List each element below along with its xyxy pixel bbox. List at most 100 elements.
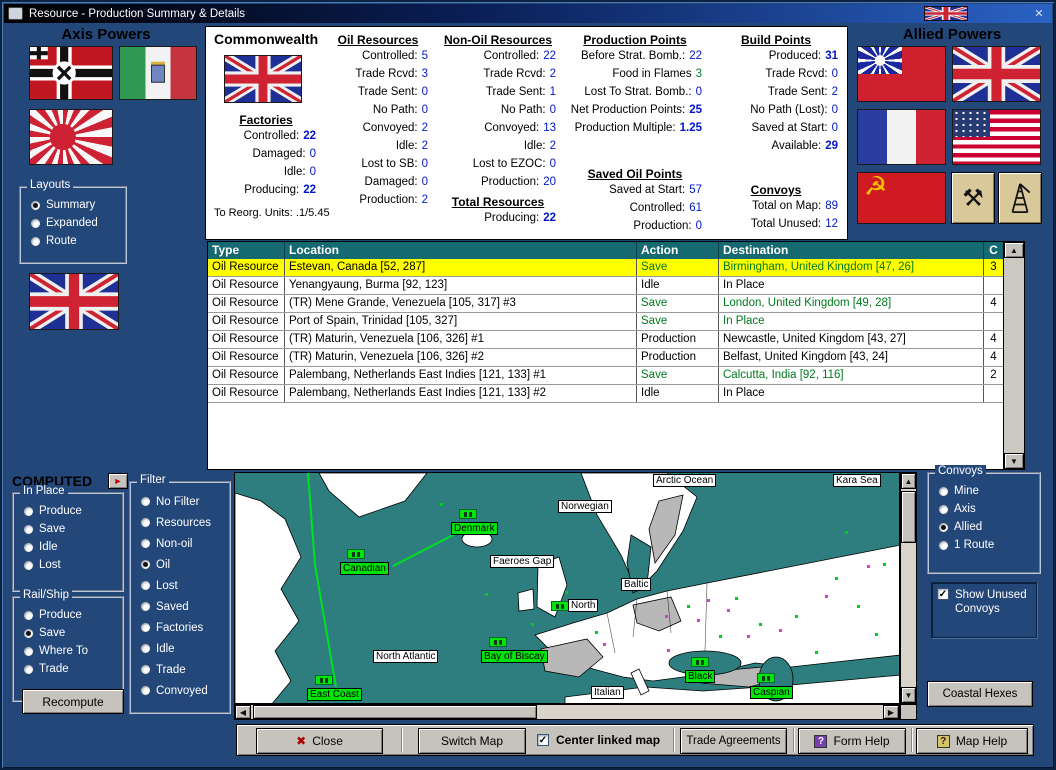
table-row[interactable]: Oil Resource Estevan, Canada [52, 287] Sav… [208,259,1024,277]
scroll-down-icon[interactable]: ▼ [1004,453,1024,469]
map-help-button[interactable]: ? Map Help [916,728,1028,754]
radio-resources[interactable]: Resources [133,512,227,533]
recompute-button[interactable]: Recompute [22,689,124,714]
switch-map-button[interactable]: Switch Map [418,728,526,754]
scroll-left-icon[interactable]: ◀ [235,705,251,719]
radio-expanded[interactable]: Expanded [23,214,123,232]
table-row[interactable]: Oil Resource (TR) Maturin, Venezuela [106… [208,331,1024,349]
map-canvas[interactable]: Denmark Canadian Bay of Biscay East Coast Bl… [234,472,900,704]
france-flag[interactable] [857,109,946,165]
radio-no-filter[interactable]: No Filter [133,491,227,512]
stat-row-trade-rcvd: Trade Rcvd: 2 [483,68,556,80]
radio-dot [938,485,949,497]
scrollbar-thumb[interactable] [901,491,916,543]
commonwealth-flag-left[interactable] [29,273,119,330]
show-unused-convoys[interactable]: ✓ Show Unused Convoys [931,582,1037,638]
table-row[interactable]: Oil Resource Yenangyaung, Burma [92, 123]… [208,277,1024,295]
germany-flag[interactable] [29,46,113,100]
resource-dot [697,619,700,622]
show-unused-checkbox[interactable]: ✓ [937,588,949,600]
radio-summary[interactable]: Summary [23,196,123,214]
table-scrollbar[interactable]: ▲ ▼ [1003,242,1024,469]
radio-convoyed[interactable]: Convoyed [133,680,227,701]
stat-row-idle: Idle: 2 [523,140,556,152]
close-button[interactable]: ✖ Close [256,728,383,754]
close-window-icon[interactable]: ✕ [1030,6,1048,21]
resource-dot [531,623,534,626]
column-header-type[interactable]: Type [208,242,285,259]
column-header-action[interactable]: Action [637,242,719,259]
convoy-zone-label-bay-of-biscay[interactable]: Bay of Biscay [481,650,548,663]
sea-zone-label-baltic: Baltic [621,578,652,591]
radio-non-oil[interactable]: Non-oil [133,533,227,554]
radio-idle[interactable]: Idle [133,638,227,659]
radio-trade[interactable]: Trade [133,659,227,680]
table-row[interactable]: Oil Resource Port of Spain, Trinidad [105… [208,313,1024,331]
japan-flag[interactable] [29,109,113,165]
stat-row-saved-at-start: Saved at Start: 0 [751,122,838,134]
stat-row-convoyed: Convoyed: 13 [484,122,556,134]
table-row[interactable]: Oil Resource (TR) Mene Grande, Venezuela … [208,295,1024,313]
coastal-hexes-button[interactable]: Coastal Hexes [927,681,1033,707]
italy-flag[interactable] [119,46,197,100]
stat-row-controlled: Controlled: 61 [629,202,702,214]
computed-arrow-button[interactable]: ► [108,473,128,489]
map-help-icon: ? [936,734,950,748]
ussr-flag[interactable] [857,172,946,224]
radio-where-to[interactable]: Where To [16,642,120,660]
radio-save[interactable]: Save [16,624,120,642]
app-icon [8,7,23,20]
section-header-saved-oil-points: Saved Oil Points [587,167,683,181]
center-linked-map-checkbox[interactable]: ✓ [537,734,549,746]
radio-idle[interactable]: Idle [16,538,120,556]
radio-lost[interactable]: Lost [16,556,120,574]
column-header-location[interactable]: Location [285,242,637,259]
stat-row-trade-rcvd: Trade Rcvd: 0 [765,68,838,80]
convoy-marker [757,673,775,683]
table-row[interactable]: Oil Resource Palembang, Netherlands East … [208,385,1024,403]
radio-produce[interactable]: Produce [16,502,120,520]
convoy-zone-label-east-coast[interactable]: East Coast [307,688,362,701]
scroll-right-icon[interactable]: ▶ [883,705,899,719]
united-kingdom-flag[interactable] [952,46,1041,102]
sea-zone-label-faeroes-gap: Faeroes Gap [490,555,555,568]
titlebar[interactable]: Resource - Production Summary & Details … [4,4,1052,23]
convoy-zone-label-canadian[interactable]: Canadian [340,562,389,575]
map-horizontal-scrollbar[interactable]: ◀ ▶ [234,704,900,720]
form-help-button[interactable]: ? Form Help [798,728,906,754]
radio-route[interactable]: Route [23,232,123,250]
radio-mine[interactable]: Mine [931,482,1037,500]
radio-factories[interactable]: Factories [133,617,227,638]
radio-trade[interactable]: Trade [16,660,120,678]
map-vertical-scrollbar[interactable]: ▲ ▼ [900,472,917,704]
column-header-destination[interactable]: Destination [719,242,984,259]
trade-agreements-button[interactable]: Trade Agreements [680,728,787,754]
scroll-up-icon[interactable]: ▲ [901,473,916,489]
radio-allied[interactable]: Allied [931,518,1037,536]
radio-lost[interactable]: Lost [133,575,227,596]
convoy-zone-label-caspian[interactable]: Caspian [750,686,793,699]
section-header-production-points: Production Points [583,33,687,47]
radio-produce[interactable]: Produce [16,606,120,624]
radio-1-route[interactable]: 1 Route [931,536,1037,554]
convoy-zone-label-black[interactable]: Black [685,670,716,683]
scrollbar-thumb[interactable] [253,705,538,719]
factories-icon-button[interactable]: ⚒ [951,172,995,224]
radio-axis[interactable]: Axis [931,500,1037,518]
radio-dot [938,539,949,551]
oil-derrick-icon-button[interactable] [998,172,1042,224]
filter-group: Filter No Filter Resources Non-oil Oil Lost S… [129,474,231,714]
scroll-up-icon[interactable]: ▲ [1004,242,1024,258]
column-header-c[interactable]: C [984,242,1004,259]
table-row[interactable]: Oil Resource (TR) Maturin, Venezuela [106… [208,349,1024,367]
sea-zone-label-arctic-ocean: Arctic Ocean [653,474,717,487]
scroll-down-icon[interactable]: ▼ [901,687,916,703]
table-row[interactable]: Oil Resource Palembang, Netherlands East … [208,367,1024,385]
radio-saved[interactable]: Saved [133,596,227,617]
china-flag[interactable] [857,46,946,102]
convoy-zone-label-denmark[interactable]: Denmark [451,522,498,535]
radio-save[interactable]: Save [16,520,120,538]
usa-flag[interactable] [952,109,1041,165]
radio-oil[interactable]: Oil [133,554,227,575]
stat-row-production-multiple: Production Multiple: 1.25 [574,122,702,134]
